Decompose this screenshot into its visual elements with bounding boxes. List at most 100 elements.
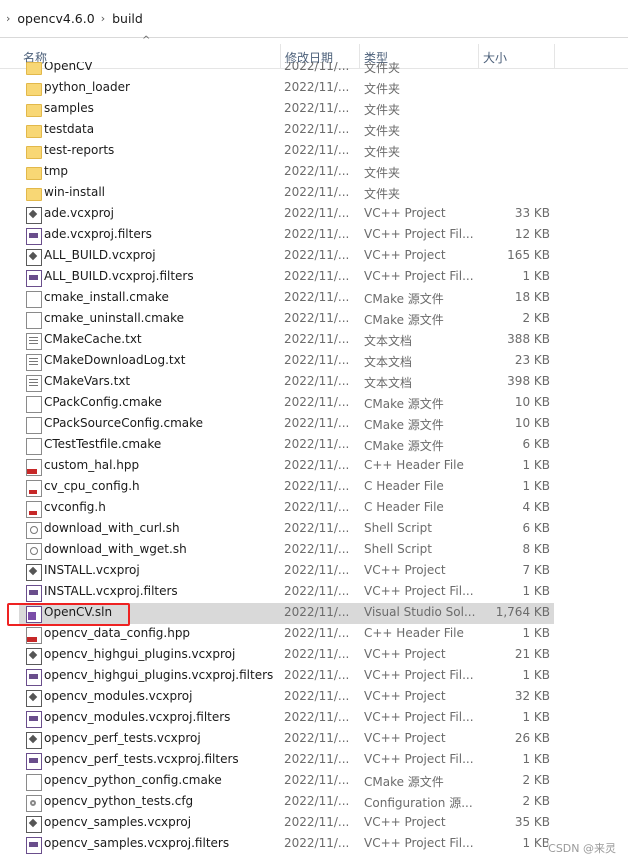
file-date: 2022/11/... [284,794,350,808]
file-name: opencv_samples.vcxproj [44,815,192,829]
file-row[interactable]: opencv_highgui_plugins.vcxproj 2022/11/..… [0,645,628,666]
highlight-box [7,603,130,626]
file-date: 2022/11/... [284,437,350,451]
file-type: CMake 源文件 [364,313,444,327]
file-row[interactable]: INSTALL.vcxproj.filters 2022/11/... VC++ P… [0,582,628,603]
vcxproj-icon [26,732,42,749]
file-type: Configuration 源... [364,796,473,810]
file-type: 文件夹 [364,145,401,159]
text-file-icon [26,354,42,371]
file-name: CPackSourceConfig.cmake [44,416,204,430]
file-name: cmake_install.cmake [44,290,169,304]
file-row[interactable]: opencv_python_tests.cfg 2022/11/... Config… [0,792,628,813]
file-name: cmake_uninstall.cmake [44,311,185,325]
file-type: C Header File [364,479,444,493]
file-row[interactable]: python_loader 2022/11/... 文件夹 [0,78,628,99]
file-type: CMake 源文件 [364,418,444,432]
file-row[interactable]: testdata 2022/11/... 文件夹 [0,120,628,141]
file-date: 2022/11/... [284,815,350,829]
file-row[interactable]: download_with_wget.sh 2022/11/... Shell Sc… [0,540,628,561]
file-row[interactable]: download_with_curl.sh 2022/11/... Shell Sc… [0,519,628,540]
h-file-icon [26,480,42,497]
vcxproj-icon [26,816,42,833]
file-row[interactable]: ade.vcxproj.filters 2022/11/... VC++ Proje… [0,225,628,246]
file-size: 398 KB [507,374,550,388]
file-type: VC++ Project Fil... [364,668,474,682]
file-row[interactable]: opencv_samples.vcxproj.filters 2022/11/..… [0,834,628,855]
file-name: opencv_python_config.cmake [44,773,222,787]
file-name: testdata [44,122,95,136]
file-row[interactable]: opencv_perf_tests.vcxproj.filters 2022/11… [0,750,628,771]
folder-icon [26,188,42,201]
file-type: VC++ Project Fil... [364,584,474,598]
file-name: cv_cpu_config.h [44,479,140,493]
file-row[interactable]: CPackConfig.cmake 2022/11/... CMake 源文件 10 … [0,393,628,414]
file-size: 18 KB [514,290,550,304]
file-row[interactable]: CTestTestfile.cmake 2022/11/... CMake 源文件 6… [0,435,628,456]
file-row[interactable]: CMakeVars.txt 2022/11/... 文本文档 398 KB [0,372,628,393]
file-row[interactable]: INSTALL.vcxproj 2022/11/... VC++ Project 7 … [0,561,628,582]
file-row[interactable]: opencv_samples.vcxproj 2022/11/... VC++ Pr… [0,813,628,834]
filters-icon [26,228,42,245]
file-type: VC++ Project [364,815,446,829]
file-icon [26,774,42,791]
file-row[interactable]: opencv_modules.vcxproj.filters 2022/11/..… [0,708,628,729]
file-row[interactable]: ade.vcxproj 2022/11/... VC++ Project 33 KB [0,204,628,225]
file-name: opencv_python_tests.cfg [44,794,194,808]
file-type: VC++ Project Fil... [364,269,474,283]
address-bar[interactable]: › opencv4.6.0 › build [0,0,628,38]
chevron-right-icon[interactable]: › [101,12,105,25]
file-row[interactable]: cv_cpu_config.h 2022/11/... C Header File 1… [0,477,628,498]
file-date: 2022/11/... [284,101,350,115]
file-row[interactable]: ALL_BUILD.vcxproj 2022/11/... VC++ Project… [0,246,628,267]
file-row[interactable]: cmake_uninstall.cmake 2022/11/... CMake 源文… [0,309,628,330]
file-type: CMake 源文件 [364,397,444,411]
file-name: opencv_modules.vcxproj [44,689,193,703]
file-date: 2022/11/... [284,500,350,514]
file-row[interactable]: win-install 2022/11/... 文件夹 [0,183,628,204]
file-row[interactable]: OpenCV 2022/11/... 文件夹 [0,62,628,78]
file-row[interactable]: opencv_highgui_plugins.vcxproj.filters 20… [0,666,628,687]
file-name: CMakeCache.txt [44,332,142,346]
file-type: Shell Script [364,542,432,556]
file-row[interactable]: opencv_perf_tests.vcxproj 2022/11/... VC++… [0,729,628,750]
file-size: 2 KB [522,773,550,787]
file-type: VC++ Project [364,731,446,745]
file-size: 33 KB [514,206,550,220]
file-type: VC++ Project [364,647,446,661]
file-size: 23 KB [514,353,550,367]
file-row[interactable]: custom_hal.hpp 2022/11/... C++ Header File… [0,456,628,477]
folder-icon [26,167,42,180]
file-name: download_with_curl.sh [44,521,180,535]
file-row[interactable]: opencv_data_config.hpp 2022/11/... C++ Hea… [0,624,628,645]
file-date: 2022/11/... [284,542,350,556]
h-file-icon [26,501,42,518]
file-row[interactable]: cmake_install.cmake 2022/11/... CMake 源文件 1… [0,288,628,309]
file-name: opencv_highgui_plugins.vcxproj.filters [44,668,274,682]
hpp-file-icon [26,627,42,644]
chevron-right-icon[interactable]: › [6,12,10,25]
file-row[interactable]: test-reports 2022/11/... 文件夹 [0,141,628,162]
file-row[interactable]: tmp 2022/11/... 文件夹 [0,162,628,183]
file-row[interactable]: CMakeDownloadLog.txt 2022/11/... 文本文档 23 KB [0,351,628,372]
file-name: opencv_samples.vcxproj.filters [44,836,230,850]
file-row[interactable]: CPackSourceConfig.cmake 2022/11/... CMake … [0,414,628,435]
filters-icon [26,585,42,602]
file-date: 2022/11/... [284,185,350,199]
file-type: C++ Header File [364,626,464,640]
file-row[interactable]: CMakeCache.txt 2022/11/... 文本文档 388 KB [0,330,628,351]
breadcrumb-item-opencv[interactable]: opencv4.6.0 [17,11,94,26]
file-size: 1 KB [522,458,550,472]
file-row[interactable]: samples 2022/11/... 文件夹 [0,99,628,120]
file-size: 1,764 KB [495,605,550,619]
file-name: ade.vcxproj [44,206,114,220]
file-row[interactable]: opencv_modules.vcxproj 2022/11/... VC++ Pr… [0,687,628,708]
file-size: 26 KB [514,731,550,745]
file-row[interactable]: opencv_python_config.cmake 2022/11/... CMa… [0,771,628,792]
file-row[interactable]: cvconfig.h 2022/11/... C Header File 4 KB [0,498,628,519]
file-size: 165 KB [507,248,550,262]
file-row[interactable]: ALL_BUILD.vcxproj.filters 2022/11/... VC++… [0,267,628,288]
file-date: 2022/11/... [284,458,350,472]
breadcrumb-item-build[interactable]: build [112,11,143,26]
file-name: INSTALL.vcxproj.filters [44,584,178,598]
